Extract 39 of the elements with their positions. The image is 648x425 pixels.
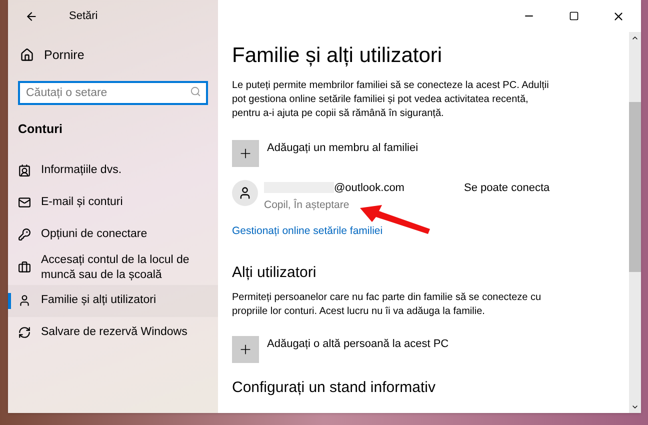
maximize-icon [568,11,578,21]
others-text: Permiteți persoanelor care nu fac parte din familie să se conecteze cu propriile lor conturi. Acest lucru nu îi va adăuga la familie. [232,291,542,319]
section-title: Alți utilizatori [232,262,318,282]
section-heading: Conturi [18,120,64,138]
scroll-up-icon [631,34,639,42]
member-access: Se poate conecta [464,180,550,196]
scroll-down-icon [631,403,639,411]
member-email: @outlook.com [334,180,404,196]
user-icon [238,186,252,200]
nav-item[interactable]: Accesați contul de la locul de muncă sau de la școală [8,250,218,284]
page-title: Familie și alți utilizatori [232,43,444,69]
nav-item[interactable]: Salvare de rezervă Windows [8,316,218,348]
manage-family-link[interactable]: Gestionați online setările familiei [232,224,599,240]
mail-icon [18,196,31,209]
intro-text: Le puteți permite membrilor familiei să se conecteze la acest PC. Adulții pot gestiona online setările familiei și pot vedea activitatea recentă, pentru a-i ajuta pe copii să rămână în siguranță. [232,78,550,120]
search-icon [190,86,201,97]
home-link[interactable]: Pornire [20,46,218,65]
nav-item[interactable]: Informațiile dvs. [8,154,218,186]
close-icon [612,10,625,22]
scrollbar[interactable] [629,32,641,413]
work-icon [18,261,31,274]
family-icon [18,294,31,307]
nav-item[interactable]: Familie și alți utilizatori [8,284,218,316]
add-family-label: Adăugați un membru al familiei [267,140,418,156]
nav-item[interactable]: Opțiuni de conectare [8,218,218,250]
add-family-button[interactable] [232,140,259,166]
member-status: Copil, În așteptare [264,198,350,213]
key-icon [18,228,31,241]
add-person-button[interactable] [232,336,259,363]
back-icon [24,10,38,22]
home-icon [20,48,34,62]
info-icon [18,164,31,177]
nav-item[interactable]: E-mail și conturi [8,186,218,218]
plus-icon [238,342,253,357]
section-title: Configurați un stand informativ [232,378,436,398]
search-field[interactable]: Căutați o setare [18,80,208,105]
sync-icon [18,326,31,339]
add-person-label: Adăugați o altă persoană la acest PC [267,337,449,352]
window-title: Setări [69,8,98,24]
